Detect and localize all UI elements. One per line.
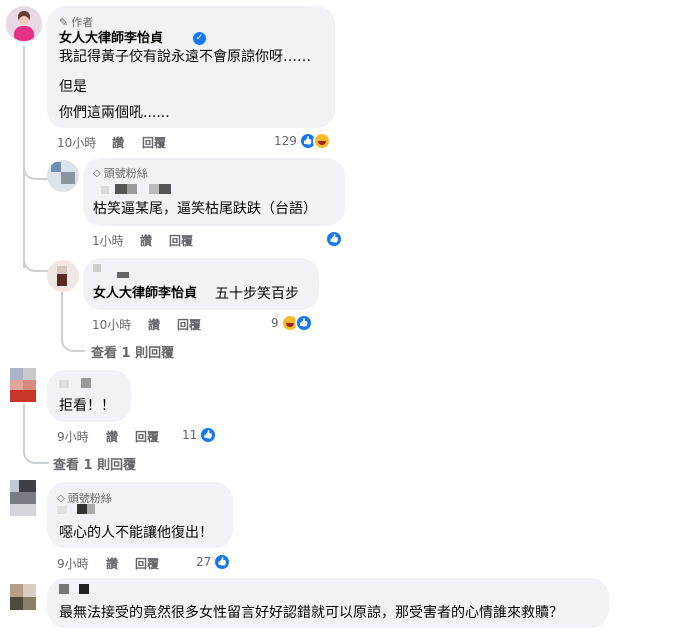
reply-bubble: ◇ 頭號粉絲 枯笑逼某尾，逼笑枯尾趺趺（台語） [83, 158, 345, 226]
reply-button[interactable]: 回覆 [135, 555, 159, 572]
comment-text: 你們這兩個吼...... [59, 105, 170, 121]
like-button[interactable]: 讚 [140, 232, 152, 249]
author-avatar[interactable] [6, 6, 42, 42]
blurred-name [93, 264, 143, 278]
view-replies-link[interactable]: 查看 1 則回覆 [53, 454, 136, 473]
comment-bubble: ✎ 作者 女人大律師李怡貞 ✓ 我記得黃子佼有說永遠不會原諒你呀…… 但是 你們… [47, 6, 335, 128]
reaction-summary[interactable]: 27 [196, 553, 232, 571]
like-reaction-icon [213, 553, 232, 571]
comment-actions: 9小時 讚 回覆 [57, 555, 177, 571]
reply-thread-branch [61, 292, 85, 352]
diamond-icon: ◇ [57, 492, 65, 504]
reply-button[interactable]: 回覆 [142, 134, 166, 151]
badge-label: 作者 [71, 16, 94, 29]
top-fan-badge: ◇ 頭號粉絲 [93, 165, 148, 181]
reaction-summary[interactable] [325, 230, 343, 248]
blurred-name [101, 184, 181, 194]
comment-bubble: ◇ 頭號粉絲 噁心的人不能讓他復出！ [47, 482, 233, 548]
thread-branch [23, 160, 49, 180]
like-reaction-icon [294, 314, 313, 332]
comment-bubble: 最無法接受的竟然很多女性留言好好認錯就可以原諒，那受害者的心情誰來救贖？ [47, 578, 609, 628]
comment-text: 五十步笑百步 [215, 286, 299, 302]
reaction-summary[interactable]: 9 [271, 314, 313, 332]
comment-text: 最無法接受的竟然很多女性留言好好認錯就可以原諒，那受害者的心情誰來救贖？ [59, 605, 563, 621]
reaction-summary[interactable]: 129 [274, 132, 331, 150]
reaction-count: 11 [182, 428, 198, 442]
comment-actions: 9小時 讚 回覆 [57, 428, 177, 444]
blurred-name [57, 504, 107, 516]
haha-reaction-icon [312, 132, 331, 150]
like-button[interactable]: 讚 [112, 134, 124, 151]
comment-text: 枯笑逼某尾，逼笑枯尾趺趺（台語） [93, 201, 317, 217]
reply-button[interactable]: 回覆 [169, 232, 193, 249]
comment-actions: 1小時 讚 回覆 [92, 232, 212, 248]
pencil-icon: ✎ [59, 15, 69, 29]
like-reaction-icon [325, 230, 343, 248]
thread-line [23, 46, 25, 268]
reaction-count: 9 [271, 316, 279, 330]
thread-branch [23, 252, 49, 272]
reply-bubble: 女人大律師李怡貞 五十步笑百步 [83, 258, 319, 310]
comment-text: 拒看！！ [59, 398, 115, 414]
like-reaction-icon [199, 426, 218, 444]
comment-text: 我記得黃子佼有說永遠不會原諒你呀…… [59, 49, 311, 65]
comment-bubble: 拒看！！ [47, 370, 131, 422]
view-replies-link[interactable]: 查看 1 則回覆 [91, 342, 174, 361]
like-button[interactable]: 讚 [106, 555, 118, 572]
reply-button[interactable]: 回覆 [177, 316, 201, 333]
comment-actions: 10小時 讚 回覆 [92, 316, 212, 332]
like-button[interactable]: 讚 [148, 316, 160, 333]
commenter-name[interactable]: 女人大律師李怡貞 [59, 30, 163, 48]
user-avatar[interactable] [47, 160, 79, 192]
user-avatar[interactable] [10, 584, 36, 610]
blurred-name [59, 584, 109, 596]
comment-text: 噁心的人不能讓他復出！ [59, 525, 213, 541]
user-avatar[interactable] [47, 260, 79, 292]
verified-icon: ✓ [193, 32, 206, 45]
comment-actions: 10小時 讚 回覆 [57, 134, 187, 150]
reply-thread-branch [23, 404, 49, 464]
diamond-icon: ◇ [93, 167, 101, 179]
timestamp[interactable]: 10小時 [57, 134, 96, 151]
timestamp[interactable]: 1小時 [92, 232, 124, 249]
reaction-count: 27 [196, 555, 212, 569]
comment-text: 但是 [59, 79, 87, 95]
badge-label: 頭號粉絲 [103, 167, 148, 180]
reaction-summary[interactable]: 11 [182, 426, 218, 444]
timestamp[interactable]: 9小時 [57, 428, 89, 445]
like-button[interactable]: 讚 [106, 428, 118, 445]
reaction-count: 129 [274, 134, 297, 148]
timestamp[interactable]: 10小時 [92, 316, 131, 333]
timestamp[interactable]: 9小時 [57, 555, 89, 572]
user-avatar[interactable] [10, 480, 36, 516]
reply-button[interactable]: 回覆 [135, 428, 159, 445]
user-avatar[interactable] [10, 368, 36, 402]
blurred-name [59, 378, 109, 390]
commenter-name[interactable]: 女人大律師李怡貞 [93, 285, 197, 303]
author-badge: ✎ 作者 [59, 14, 93, 30]
